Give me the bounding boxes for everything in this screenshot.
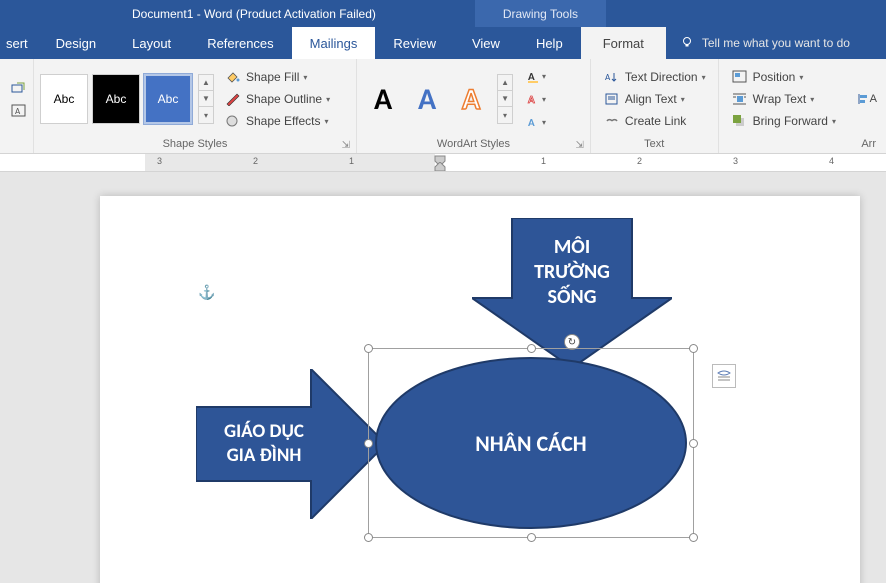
text-fill-button[interactable]: A▾ [525, 66, 547, 86]
tab-mailings[interactable]: Mailings [292, 27, 376, 59]
position-icon [731, 69, 749, 85]
document-workspace[interactable]: ⚓ MÔI TRƯỜNG SỐNG ↻ GIÁO DỤC GIA ĐÌNH [0, 172, 886, 583]
gallery-down-button[interactable]: ▼ [199, 91, 213, 107]
shape-outline-button[interactable]: Shape Outline▾ [222, 90, 332, 108]
group-shape-styles: Abc Abc Abc ▲ ▼ ▾ Shape Fill▾ Shape Outl… [34, 59, 357, 153]
pen-icon [224, 91, 242, 107]
shape-style-gallery-nav: ▲ ▼ ▾ [198, 74, 214, 124]
tab-references[interactable]: References [189, 27, 291, 59]
svg-text:A: A [528, 93, 535, 106]
shape-effects-button[interactable]: Shape Effects▾ [222, 112, 332, 130]
svg-text:A: A [605, 72, 611, 83]
wordart-gallery-nav: ▲ ▼ ▾ [497, 74, 513, 124]
bring-forward-icon [731, 113, 749, 129]
svg-text:A: A [15, 106, 21, 117]
tab-review[interactable]: Review [375, 27, 454, 59]
wordart-up-button[interactable]: ▲ [498, 75, 512, 91]
group-insert-shapes: A [0, 59, 34, 153]
wrap-icon [731, 91, 749, 107]
wordart-down-button[interactable]: ▼ [498, 91, 512, 107]
position-button[interactable]: Position▾ [729, 68, 838, 86]
document-title: Document1 - Word (Product Activation Fai… [132, 7, 376, 21]
contextual-tab-label: Drawing Tools [475, 0, 606, 27]
align-text-icon [603, 91, 621, 107]
shape-fill-button[interactable]: Shape Fill▾ [222, 68, 332, 86]
text-direction-icon: A [603, 69, 621, 85]
ribbon: A Abc Abc Abc ▲ ▼ ▾ Shape Fill▾ Sha [0, 59, 886, 154]
svg-text:GIÁO DỤC: GIÁO DỤC [224, 420, 304, 443]
shape-styles-launcher[interactable]: ⇲ [342, 140, 350, 151]
shape-style-3[interactable]: Abc [144, 74, 192, 124]
edit-shape-button[interactable] [8, 78, 30, 98]
tab-layout[interactable]: Layout [114, 27, 189, 59]
align-text-button[interactable]: Align Text▾ [601, 90, 708, 108]
anchor-icon: ⚓ [198, 284, 215, 301]
lightbulb-icon [680, 36, 694, 50]
horizontal-ruler[interactable]: 3 2 1 1 2 3 4 [0, 154, 886, 172]
gallery-more-button[interactable]: ▾ [199, 107, 213, 123]
shape-style-1[interactable]: Abc [40, 74, 88, 124]
layout-options-button[interactable] [712, 364, 736, 388]
tab-insert[interactable]: sert [0, 27, 38, 59]
tell-me-label: Tell me what you want to do [702, 36, 850, 50]
gallery-up-button[interactable]: ▲ [199, 75, 213, 91]
ellipse-text: NHÂN CÁCH [475, 430, 586, 457]
layout-options-icon [715, 367, 733, 385]
tell-me-search[interactable]: Tell me what you want to do [666, 27, 864, 59]
svg-text:GIA ĐÌNH: GIA ĐÌNH [227, 444, 302, 467]
wordart-more-button[interactable]: ▾ [498, 107, 512, 123]
group-text: A Text Direction▾ Align Text▾ Create Lin… [591, 59, 719, 153]
shape-style-2[interactable]: Abc [92, 74, 140, 124]
bring-forward-button[interactable]: Bring Forward▾ [729, 112, 838, 130]
wordart-launcher[interactable]: ⇲ [576, 140, 584, 151]
tab-help[interactable]: Help [518, 27, 581, 59]
text-outline-button[interactable]: A▾ [525, 89, 547, 109]
wordart-style-2[interactable]: A [407, 74, 447, 124]
svg-text:TRƯỜNG: TRƯỜNG [534, 260, 610, 284]
align-objects-button[interactable]: A [856, 89, 878, 109]
effects-icon [224, 113, 242, 129]
ribbon-tabs: sert Design Layout References Mailings R… [0, 27, 886, 59]
text-direction-button[interactable]: A Text Direction▾ [601, 68, 708, 86]
group-wordart-styles: A A A ▲ ▼ ▾ A▾ A▾ A▾ WordArt Styles⇲ [357, 59, 591, 153]
svg-text:SỐNG: SỐNG [548, 285, 597, 309]
svg-text:A: A [528, 116, 535, 129]
svg-text:MÔI: MÔI [554, 235, 590, 259]
bucket-icon [224, 69, 242, 85]
shape-arrow-right[interactable]: GIÁO DỤC GIA ĐÌNH [196, 369, 386, 524]
create-link-button[interactable]: Create Link [601, 112, 708, 130]
tab-format[interactable]: Format [581, 27, 666, 59]
wordart-style-1[interactable]: A [363, 74, 403, 124]
link-icon [603, 113, 621, 129]
wordart-style-3[interactable]: A [451, 74, 491, 124]
tab-design[interactable]: Design [38, 27, 114, 59]
tab-view[interactable]: View [454, 27, 518, 59]
group-arrange: Position▾ Wrap Text▾ Bring Forward▾ A Ar… [719, 59, 886, 153]
draw-textbox-button[interactable]: A [8, 101, 30, 121]
titlebar: Document1 - Word (Product Activation Fai… [0, 0, 886, 27]
page[interactable]: ⚓ MÔI TRƯỜNG SỐNG ↻ GIÁO DỤC GIA ĐÌNH [100, 196, 860, 583]
text-effects-button[interactable]: A▾ [525, 112, 547, 132]
wrap-text-button[interactable]: Wrap Text▾ [729, 90, 838, 108]
